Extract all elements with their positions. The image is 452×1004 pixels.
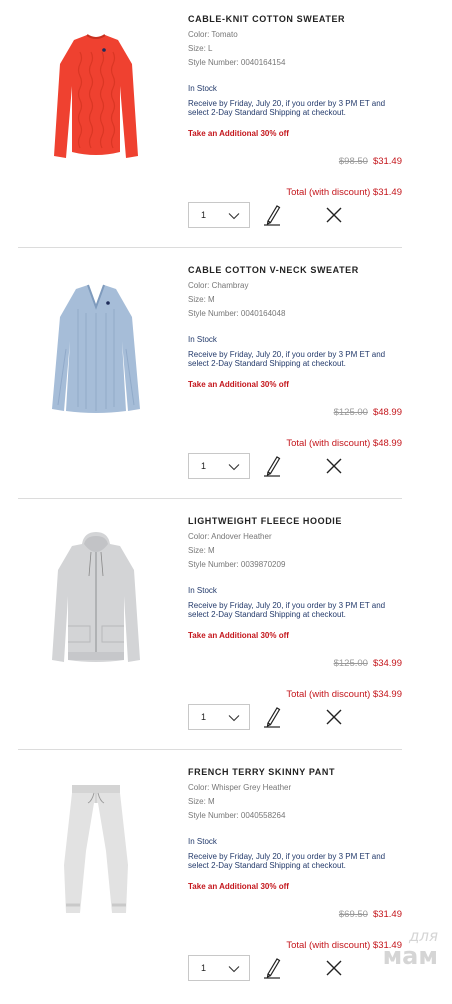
cart-item: LIGHTWEIGHT FLEECE HOODIE Color: Andover… [0,502,452,753]
item-divider [18,749,402,750]
item-total: Total (with discount) $48.99 [286,438,402,449]
original-price: $125.00 [333,658,368,669]
product-size: Size: L [188,44,213,53]
product-image[interactable] [46,28,146,168]
vneck-sweater-icon [52,284,140,413]
chevron-down-icon [228,464,240,471]
stock-status: In Stock [188,84,217,93]
price-block: $69.50 $31.49 [339,909,402,920]
promo-text: Take an Additional 30% off [188,882,289,891]
original-price: $125.00 [333,407,368,418]
edit-pencil-icon[interactable] [263,957,281,979]
edit-pencil-icon[interactable] [263,706,281,728]
sale-price: $34.99 [372,658,402,669]
stock-status: In Stock [188,586,217,595]
remove-icon[interactable] [325,708,343,726]
shipping-info: Receive by Friday, July 20, if you order… [188,852,386,870]
shipping-info: Receive by Friday, July 20, if you order… [188,601,386,619]
product-image[interactable] [46,781,146,921]
shipping-info: Receive by Friday, July 20, if you order… [188,99,386,117]
quantity-value: 1 [201,712,207,722]
product-title[interactable]: FRENCH TERRY SKINNY PANT [188,767,335,777]
edit-pencil-icon[interactable] [263,204,281,226]
product-style-number: Style Number: 0040164048 [188,309,286,318]
stock-status: In Stock [188,335,217,344]
remove-icon[interactable] [325,959,343,977]
sale-price: $31.49 [372,156,402,167]
product-title[interactable]: CABLE COTTON V-NECK SWEATER [188,265,359,275]
quantity-select[interactable]: 1 [188,704,250,730]
product-style-number: Style Number: 0040164154 [188,58,286,67]
quantity-select[interactable]: 1 [188,453,250,479]
cart-item: CABLE-KNIT COTTON SWEATER Color: Tomato … [0,0,452,251]
watermark: для мам [382,926,438,970]
quantity-value: 1 [201,963,207,973]
sale-price: $48.99 [372,407,402,418]
product-color: Color: Whisper Grey Heather [188,783,292,792]
promo-text: Take an Additional 30% off [188,129,289,138]
price-block: $98.50 $31.49 [339,156,402,167]
hoodie-icon [52,532,140,662]
product-size: Size: M [188,797,215,806]
product-image[interactable] [46,279,146,419]
original-price: $69.50 [338,909,368,920]
pants-icon [64,785,128,913]
original-price: $98.50 [338,156,368,167]
stock-status: In Stock [188,837,217,846]
watermark-line-2: мам [382,942,438,970]
promo-text: Take an Additional 30% off [188,380,289,389]
product-style-number: Style Number: 0040558264 [188,811,286,820]
chevron-down-icon [228,966,240,973]
shipping-info: Receive by Friday, July 20, if you order… [188,350,386,368]
product-title[interactable]: LIGHTWEIGHT FLEECE HOODIE [188,516,342,526]
promo-text: Take an Additional 30% off [188,631,289,640]
item-divider [18,247,402,248]
product-size: Size: M [188,295,215,304]
product-style-number: Style Number: 0039870209 [188,560,286,569]
product-image[interactable] [46,530,146,670]
product-color: Color: Tomato [188,30,238,39]
edit-pencil-icon[interactable] [263,455,281,477]
sweater-icon [54,34,138,158]
chevron-down-icon [228,715,240,722]
quantity-select[interactable]: 1 [188,202,250,228]
remove-icon[interactable] [325,457,343,475]
product-color: Color: Chambray [188,281,249,290]
item-total: Total (with discount) $34.99 [286,689,402,700]
item-total: Total (with discount) $31.49 [286,187,402,198]
price-block: $125.00 $48.99 [334,407,402,418]
cart-item: CABLE COTTON V-NECK SWEATER Color: Chamb… [0,251,452,502]
product-color: Color: Andover Heather [188,532,272,541]
sale-price: $31.49 [372,909,402,920]
product-title[interactable]: CABLE-KNIT COTTON SWEATER [188,14,345,24]
quantity-select[interactable]: 1 [188,955,250,981]
item-divider [18,498,402,499]
product-size: Size: M [188,546,215,555]
price-block: $125.00 $34.99 [334,658,402,669]
chevron-down-icon [228,213,240,220]
quantity-value: 1 [201,461,207,471]
quantity-value: 1 [201,210,207,220]
remove-icon[interactable] [325,206,343,224]
